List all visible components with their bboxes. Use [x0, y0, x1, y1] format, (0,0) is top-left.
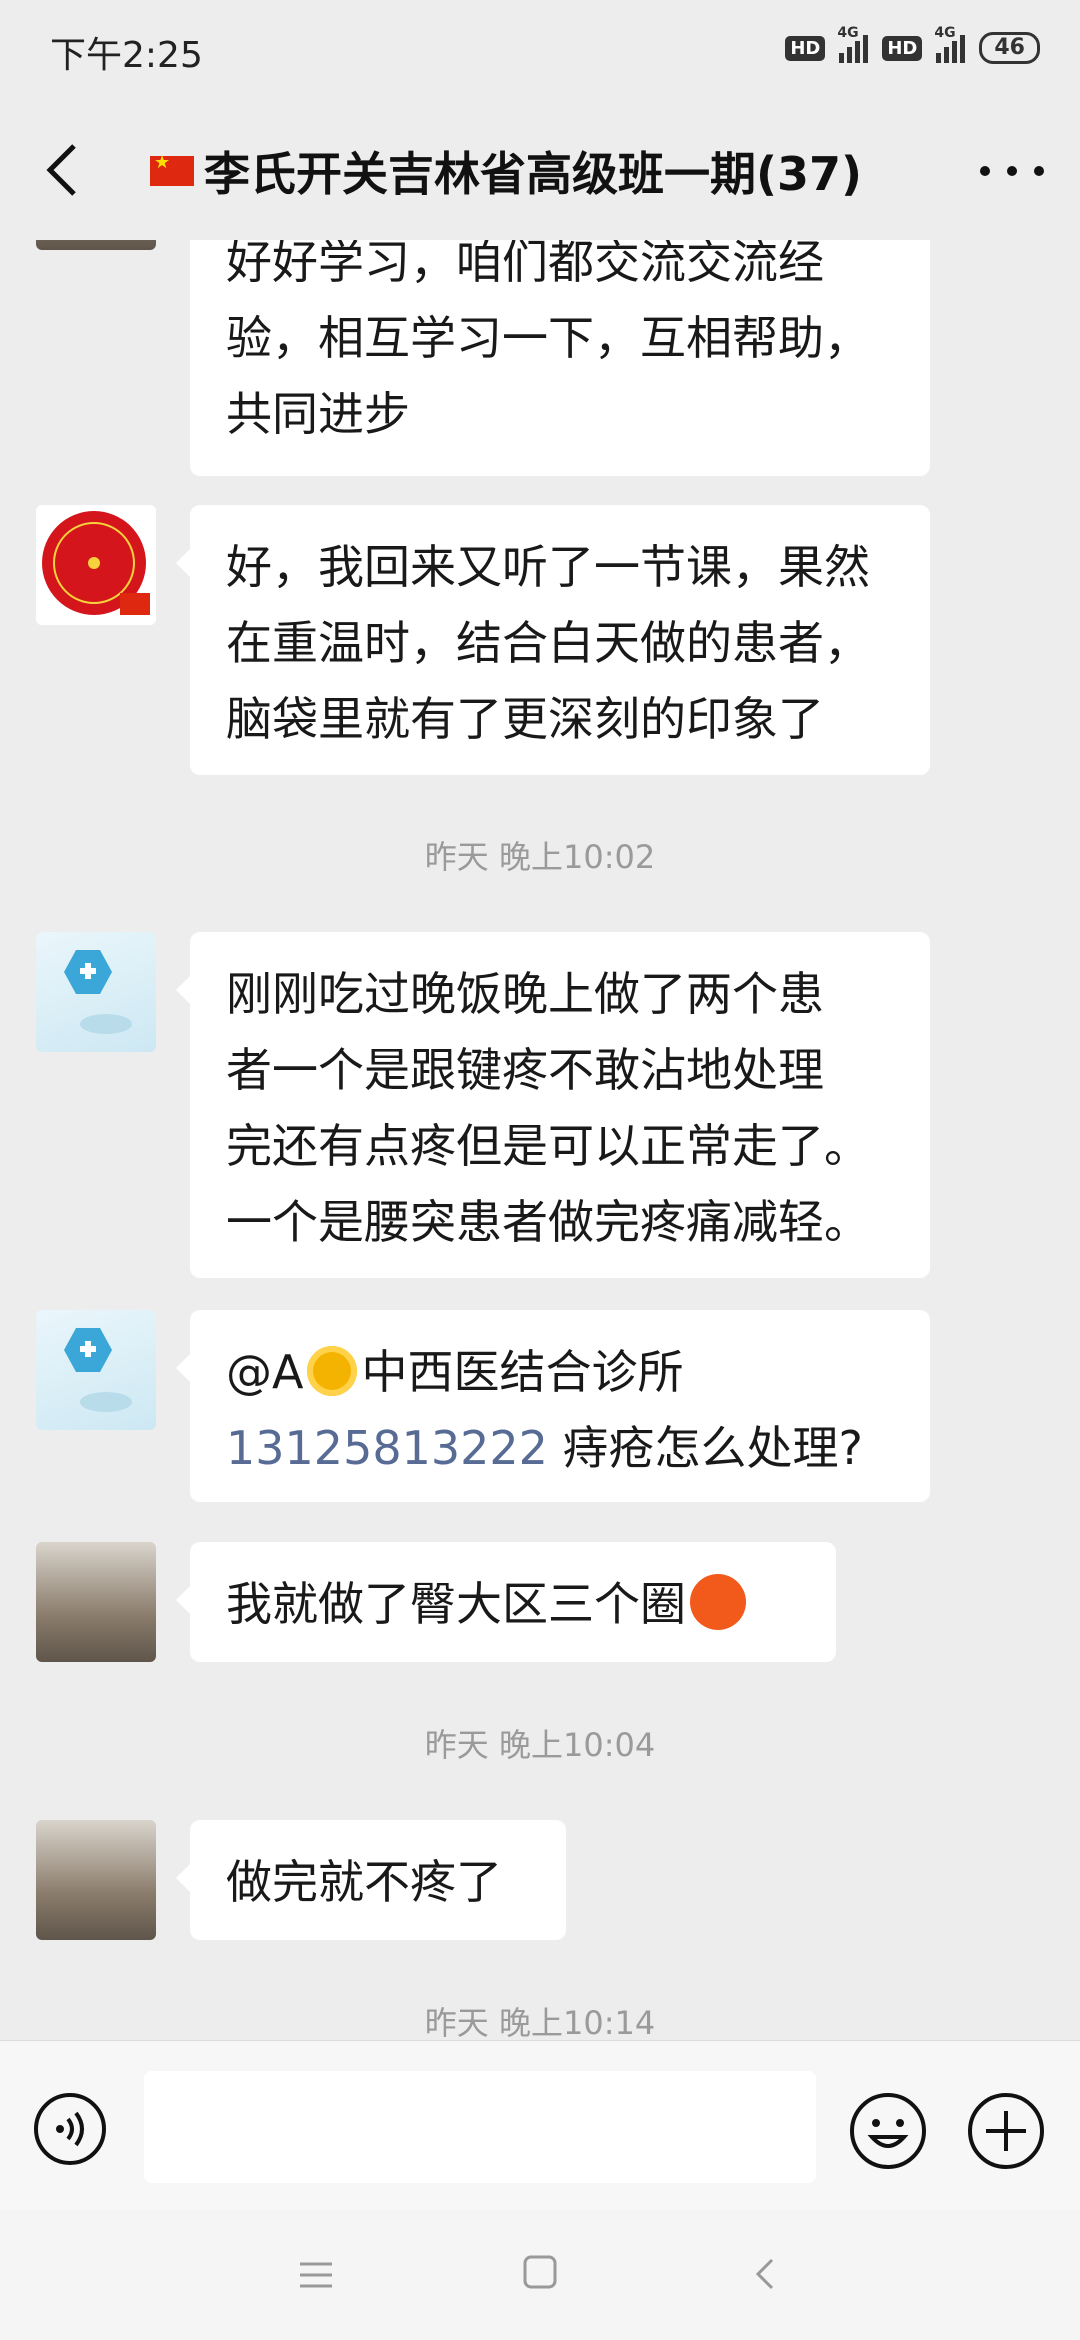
chevron-left-icon: [46, 144, 76, 196]
message-bubble[interactable]: 做完就不疼了: [176, 1820, 566, 1940]
more-dots-icon: [980, 166, 990, 176]
message-input[interactable]: [144, 2071, 816, 2183]
more-options-button[interactable]: [980, 156, 1044, 186]
back-triangle-icon: [755, 2258, 774, 2290]
voice-button[interactable]: [32, 2091, 108, 2167]
menu-icon: [300, 2262, 332, 2288]
sender-avatar[interactable]: [36, 932, 156, 1052]
emoji-button[interactable]: [848, 2091, 928, 2171]
status-bar: 下午2:25 HD 4G HD 4G 46: [0, 0, 1080, 100]
emoji-icon: [850, 2093, 926, 2169]
status-icons: HD 4G HD 4G 46: [785, 25, 1040, 68]
sender-avatar[interactable]: [36, 240, 156, 250]
more-functions-button[interactable]: [966, 2091, 1046, 2171]
message-bubble[interactable]: 我就做了臀大区三个圈: [176, 1542, 836, 1662]
sun-emoji-icon: [307, 1346, 358, 1396]
timestamp: 昨天 晚上10:04: [424, 1726, 656, 1764]
china-flag-icon: [150, 152, 194, 186]
sender-avatar[interactable]: [36, 1820, 156, 1940]
voice-icon: [34, 2093, 106, 2165]
mention-text[interactable]: @A: [226, 1345, 303, 1399]
chat-title: 李氏开关吉林省高级班一期(37): [150, 138, 862, 204]
hd-badge: HD: [785, 35, 826, 61]
message-bubble[interactable]: 好，我回来又听了一节课，果然 在重温时，结合白天做的患者， 脑袋里就有了更深刻的…: [176, 505, 930, 775]
medical-cross-avatar-icon: [64, 950, 132, 1034]
hd-badge-2: HD: [882, 35, 923, 61]
sender-avatar[interactable]: [36, 505, 156, 625]
system-nav-bar: [0, 2210, 1080, 2340]
phone-number-link[interactable]: 13125813222: [226, 1421, 548, 1475]
timestamp: 昨天 晚上10:02: [424, 838, 656, 876]
sender-avatar[interactable]: [36, 1310, 156, 1430]
chat-header: 李氏开关吉林省高级班一期(37): [0, 100, 1080, 240]
signal-icon-2: 4G: [934, 25, 966, 63]
sender-avatar[interactable]: [36, 1542, 156, 1662]
message-bubble[interactable]: 好好学习，咱们都交流交流经 验，相互学习一下，互相帮助， 共同进步: [190, 240, 930, 476]
input-bar: [0, 2040, 1080, 2211]
sweat-face-emoji-icon: [690, 1574, 746, 1630]
nav-home-button[interactable]: [522, 2254, 558, 2290]
message-bubble[interactable]: @A 中西医结合诊所 13125813222 痔疮怎么处理?: [176, 1310, 930, 1502]
plus-icon: [968, 2093, 1044, 2169]
home-square-icon: [523, 2255, 557, 2289]
signal-icon: 4G: [837, 25, 869, 63]
message-list[interactable]: 好好学习，咱们都交流交流经 验，相互学习一下，互相帮助， 共同进步 好，我回来又…: [0, 240, 1080, 2040]
back-button[interactable]: [36, 140, 92, 200]
battery-indicator: 46: [979, 32, 1040, 64]
status-time: 下午2:25: [50, 35, 203, 76]
message-bubble[interactable]: 刚刚吃过晚饭晚上做了两个患 者一个是跟键疼不敢沾地处理 完还有点疼但是可以正常走…: [176, 932, 930, 1278]
seal-avatar-icon: [36, 505, 156, 625]
medical-cross-avatar-icon: [64, 1328, 132, 1412]
nav-back-button[interactable]: [752, 2254, 778, 2294]
timestamp: 昨天 晚上10:14: [424, 2004, 656, 2040]
nav-menu-button[interactable]: [296, 2258, 336, 2292]
